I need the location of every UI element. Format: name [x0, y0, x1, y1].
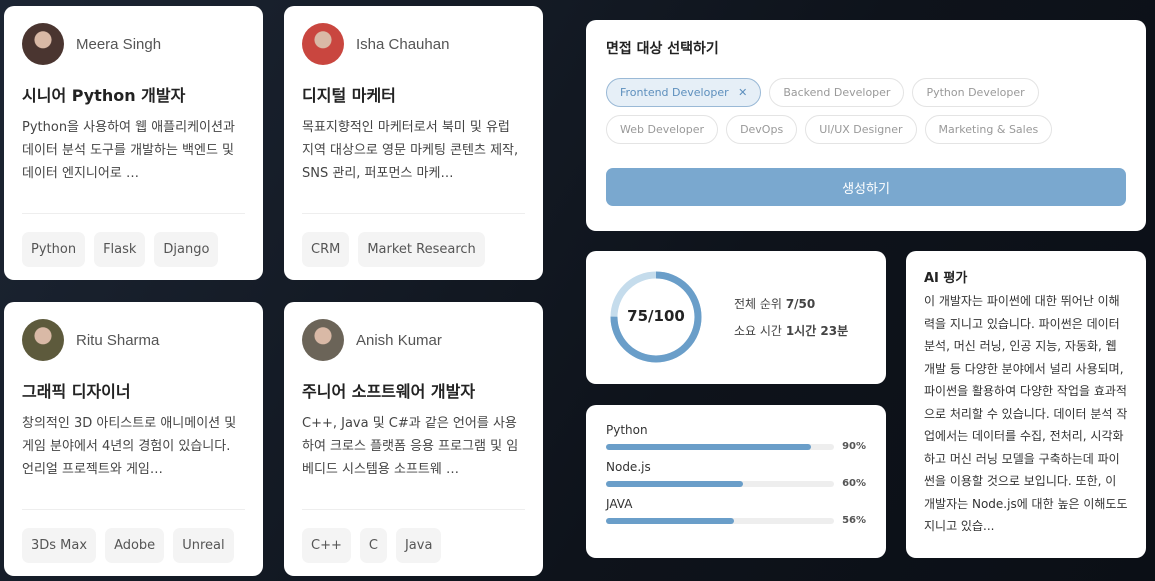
role-chip-label: Python Developer: [926, 86, 1025, 99]
profile-title: 디지털 마케터: [302, 86, 396, 105]
score-card: 75/100 전체 순위 7/50 소요 시간 1시간 23분: [586, 251, 886, 384]
profile-description: Python을 사용하여 웹 애플리케이션과 데이터 분석 도구를 개발하는 백…: [22, 120, 235, 181]
profile-name: Meera Singh: [76, 35, 162, 53]
profile-card[interactable]: Isha Chauhan 디지털 마케터 목표지향적인 마케터로서 북미 및 유…: [284, 6, 543, 280]
role-chip[interactable]: DevOps: [726, 115, 798, 144]
skill-percent: 90%: [842, 441, 866, 452]
skill-tag: C++: [302, 528, 351, 563]
profile-card[interactable]: Anish Kumar 주니어 소프트웨어 개발자 C++, Java 및 C#…: [284, 302, 543, 576]
avatar: [22, 23, 64, 65]
skill-bar-fill: [606, 480, 743, 487]
score-value: 75/100: [627, 307, 685, 325]
interview-target-selector: 면접 대상 선택하기 Frontend Developer ✕ Backend D…: [586, 20, 1146, 231]
divider: [22, 509, 245, 510]
profile-name: Ritu Sharma: [76, 331, 160, 349]
skill-tag: 3Ds Max: [22, 528, 97, 563]
skill-tag: C: [359, 528, 387, 563]
profile-description: 목표지향적인 마케터로서 북미 및 유럽 지역 대상으로 영문 마케팅 콘텐츠 …: [302, 120, 519, 181]
skill-percent: 60%: [842, 478, 866, 489]
skill-tag: Unreal: [173, 528, 234, 563]
skill-row: JAVA 56%: [606, 497, 866, 526]
skill-bar: [606, 480, 835, 487]
rank-value: 7/50: [785, 297, 816, 311]
avatar: [302, 23, 344, 65]
skill-tag: Django: [154, 232, 219, 267]
ai-title: AI 평가: [924, 271, 968, 286]
ai-evaluation-card: AI 평가 이 개발자는 파이썬에 대한 뛰어난 이해력을 지니고 있습니다. …: [906, 251, 1146, 558]
divider: [302, 213, 525, 214]
close-icon[interactable]: ✕: [738, 86, 747, 99]
profile-description: C++, Java 및 C#과 같은 언어를 사용하여 크로스 플랫폼 응용 프…: [302, 416, 519, 477]
profile-name: Isha Chauhan: [356, 35, 450, 53]
role-chip[interactable]: Marketing & Sales: [924, 115, 1053, 144]
divider: [302, 509, 525, 510]
skill-bar: [606, 517, 835, 524]
skill-tag: Adobe: [105, 528, 165, 563]
role-chip-label: Marketing & Sales: [938, 123, 1039, 136]
profile-title: 그래픽 디자이너: [22, 382, 131, 401]
role-chip-label: UI/UX Designer: [819, 123, 903, 136]
skill-row: Node.js 60%: [606, 460, 866, 489]
rank-label: 전체 순위: [734, 297, 782, 311]
role-chip[interactable]: Python Developer: [912, 78, 1039, 107]
avatar: [22, 319, 64, 361]
role-chip-label: Backend Developer: [783, 86, 891, 99]
profile-description: 창의적인 3D 아티스트로 애니메이션 및 게임 분야에서 4년의 경험이 있습…: [22, 416, 237, 477]
profile-name: Anish Kumar: [356, 331, 442, 349]
profile-card[interactable]: Ritu Sharma 그래픽 디자이너 창의적인 3D 아티스트로 애니메이션…: [4, 302, 263, 576]
skill-tag: Java: [395, 528, 442, 563]
role-chip-label: Web Developer: [620, 123, 705, 136]
selector-title: 면접 대상 선택하기: [606, 41, 719, 57]
skill-row: Python 90%: [606, 423, 866, 452]
skill-name: Python: [606, 423, 648, 437]
role-chip-label: DevOps: [740, 123, 784, 136]
divider: [22, 213, 245, 214]
skills-card: Python 90% Node.js 60% JAVA 56%: [586, 405, 886, 558]
time-label: 소요 시간: [734, 324, 782, 338]
role-chip[interactable]: Frontend Developer ✕: [606, 78, 762, 107]
role-chip-label: Frontend Developer: [620, 86, 729, 99]
skill-tag: Python: [22, 232, 86, 267]
skill-name: Node.js: [606, 460, 651, 474]
role-chip[interactable]: UI/UX Designer: [805, 115, 917, 144]
skill-bar-fill: [606, 517, 734, 524]
avatar: [302, 319, 344, 361]
profile-title: 시니어 Python 개발자: [22, 86, 186, 105]
role-chip[interactable]: Backend Developer: [769, 78, 905, 107]
skill-tag: Flask: [94, 232, 146, 267]
skill-tag: Market Research: [358, 232, 485, 267]
skill-bar: [606, 443, 835, 450]
ai-text: 이 개발자는 파이썬에 대한 뛰어난 이해력을 지니고 있습니다. 파이썬은 데…: [924, 294, 1128, 533]
generate-button[interactable]: 생성하기: [606, 168, 1126, 206]
role-chip[interactable]: Web Developer: [606, 115, 719, 144]
skill-percent: 56%: [842, 515, 866, 526]
skill-tag: CRM: [302, 232, 350, 267]
profile-title: 주니어 소프트웨어 개발자: [302, 382, 476, 401]
skill-bar-fill: [606, 443, 812, 450]
profile-card[interactable]: Meera Singh 시니어 Python 개발자 Python을 사용하여 …: [4, 6, 263, 280]
time-value: 1시간 23분: [785, 324, 849, 338]
skill-name: JAVA: [606, 497, 633, 511]
